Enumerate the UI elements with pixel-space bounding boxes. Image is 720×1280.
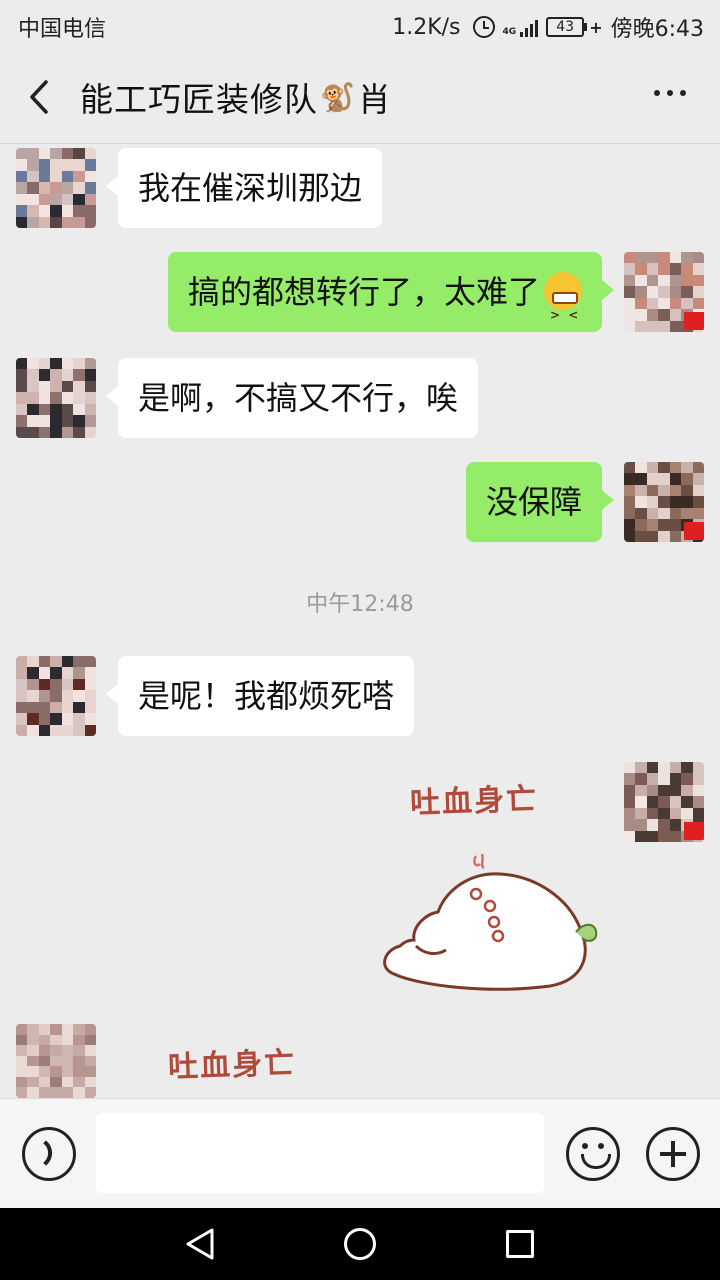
sticker-caption: 吐血身亡 xyxy=(167,1045,297,1086)
message-text: 是啊，不搞又不行，唉 xyxy=(138,379,459,417)
time-divider: 中午12:48 xyxy=(306,592,414,617)
contact-avatar[interactable] xyxy=(16,1024,96,1098)
received-message[interactable]: 是呢！我都烦死嗒 xyxy=(105,656,415,736)
emoji-button-icon[interactable] xyxy=(566,1127,620,1181)
more-functions-icon[interactable] xyxy=(646,1127,700,1181)
battery-level: 43 xyxy=(546,17,585,37)
grimace-emoji-icon xyxy=(544,272,582,355)
more-options-icon[interactable] xyxy=(654,90,686,96)
sticker-caption: 吐血身亡 xyxy=(409,781,539,822)
network-type: 4G xyxy=(502,27,517,37)
contact-avatar[interactable] xyxy=(16,358,96,438)
carrier-name: 中国电信 xyxy=(18,17,107,42)
status-bar: 中国电信 1.2K/s 4G 43 + 傍晚6:43 xyxy=(0,0,720,50)
flag-badge-icon xyxy=(684,822,704,840)
sent-message[interactable]: 没保障 xyxy=(465,462,615,542)
contact-avatar[interactable] xyxy=(16,656,96,736)
message-text: 没保障 xyxy=(485,483,582,521)
message-text: 是呢！我都烦死嗒 xyxy=(138,677,395,715)
nav-recent-apps-icon[interactable] xyxy=(506,1230,534,1258)
input-bar xyxy=(0,1098,720,1208)
voice-input-icon[interactable] xyxy=(22,1127,76,1181)
my-avatar[interactable] xyxy=(624,252,704,332)
message-text: 我在催深圳那边 xyxy=(138,169,363,207)
alarm-icon xyxy=(472,16,495,38)
back-arrow-icon[interactable] xyxy=(26,80,54,114)
clock: 傍晚6:43 xyxy=(610,17,704,42)
received-message[interactable]: 我在催深圳那边 xyxy=(105,148,383,228)
chat-title: 能工巧匠装修队 🐒 肖 xyxy=(80,73,392,121)
my-avatar[interactable] xyxy=(624,762,704,842)
chat-title-text: 能工巧匠装修队 xyxy=(80,80,318,119)
network-speed: 1.2K/s xyxy=(392,14,461,40)
contact-avatar[interactable] xyxy=(16,148,96,228)
chat-header: 能工巧匠装修队 🐒 肖 xyxy=(0,50,720,144)
received-message[interactable]: 是啊，不搞又不行，唉 xyxy=(105,358,479,438)
system-nav-bar xyxy=(0,1208,720,1280)
monkey-icon: 🐒 xyxy=(320,80,356,114)
sent-message[interactable]: 搞的都想转行了，太难了 xyxy=(167,252,615,355)
sticker-image[interactable] xyxy=(380,850,610,1000)
signal-icon: 4G xyxy=(503,17,539,37)
nav-back-icon[interactable] xyxy=(184,1228,216,1260)
chat-title-suffix: 肖 xyxy=(357,80,392,119)
message-input[interactable] xyxy=(96,1113,544,1193)
battery-icon: 43 + xyxy=(546,17,603,37)
my-avatar[interactable] xyxy=(624,462,704,542)
message-text: 搞的都想转行了，太难了 xyxy=(187,273,540,311)
flag-badge-icon xyxy=(684,312,704,330)
flag-badge-icon xyxy=(684,522,704,540)
nav-home-icon[interactable] xyxy=(344,1228,376,1260)
